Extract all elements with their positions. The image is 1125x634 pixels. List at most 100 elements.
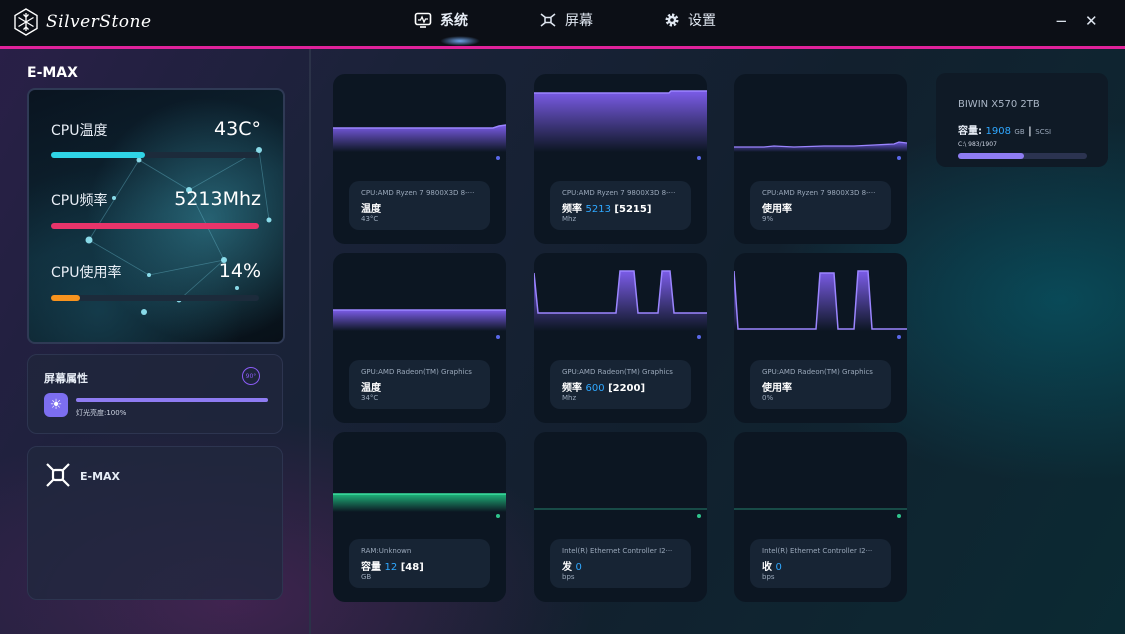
device-card[interactable]: E-MAX <box>27 446 283 600</box>
graph-dot <box>697 514 701 518</box>
title-bar: SilverStone 系统 屏幕 设置 − ✕ <box>0 0 1125 49</box>
tile-source: Intel(R) Ethernet Controller I2··· <box>562 547 673 555</box>
screen-properties-title: 屏幕属性 <box>44 372 88 385</box>
tile-cpu-usage[interactable]: CPU:AMD Ryzen 7 9800X3D 8-··· 使用率 9% <box>734 74 907 244</box>
tab-settings[interactable]: 设置 <box>664 10 716 30</box>
cpu-usage-bar <box>51 295 259 301</box>
tile-info: CPU:AMD Ryzen 7 9800X3D 8-··· 频率 5213 [5… <box>550 181 691 230</box>
rotate-screen-icon[interactable]: 90° <box>242 367 260 385</box>
tile-info: GPU:AMD Radeon(TM) Graphics 频率 600 [2200… <box>550 360 691 409</box>
tab-system[interactable]: 系统 <box>414 10 468 30</box>
brightness-slider[interactable] <box>76 398 268 402</box>
disk-path-usage: C:\ 983/1907 <box>958 141 997 148</box>
tile-metric-name: 频率 <box>562 204 582 215</box>
brand-logo: SilverStone <box>12 8 152 36</box>
tile-info: RAM:Unknown 容量 12 [48] GB <box>349 539 490 588</box>
cpu-temp-bar <box>51 152 259 158</box>
disk-capacity: 容量: 1908 GB | SCSI <box>958 122 1051 137</box>
tile-unit: Mhz <box>562 394 577 402</box>
cpu-freq-label: CPU频率 <box>51 193 108 209</box>
minimize-button[interactable]: − <box>1055 12 1068 30</box>
tile-metric: 使用率 <box>762 200 792 215</box>
disk-usage-bar <box>958 153 1087 159</box>
cpu-freq-value: 5213Mhz <box>174 188 261 210</box>
tile-ram[interactable]: RAM:Unknown 容量 12 [48] GB <box>333 432 506 602</box>
tile-gpu-usage[interactable]: GPU:AMD Radeon(TM) Graphics 使用率 0% <box>734 253 907 423</box>
device-card-label: E-MAX <box>80 470 121 483</box>
tile-metric-name: 收 <box>762 562 772 573</box>
brand-name: SilverStone <box>46 12 152 32</box>
tile-info: CPU:AMD Ryzen 7 9800X3D 8-··· 使用率 9% <box>750 181 891 230</box>
tile-unit: GB <box>361 573 372 581</box>
tile-current-value: 0 <box>775 562 782 573</box>
tile-metric: 频率 600 [2200] <box>562 379 645 394</box>
tile-unit: Mhz <box>562 215 577 223</box>
cpu-temp-row: CPU温度 43C° <box>51 118 261 140</box>
tile-metric: 频率 5213 [5215] <box>562 200 651 215</box>
display-icon <box>540 13 556 27</box>
disk-card[interactable]: BIWIN X570 2TB 容量: 1908 GB | SCSI C:\ 98… <box>936 73 1108 167</box>
graph-dot <box>897 514 901 518</box>
tile-net-recv[interactable]: Intel(R) Ethernet Controller I2··· 收 0 b… <box>734 432 907 602</box>
cpu-summary-card: CPU温度 43C° CPU频率 5213Mhz CPU使用率 14% <box>27 88 285 344</box>
tile-info: GPU:AMD Radeon(TM) Graphics 使用率 0% <box>750 360 891 409</box>
tile-current-value: 12 <box>384 562 398 573</box>
tile-metric: 温度 <box>361 200 381 215</box>
brightness-slider-fill <box>76 398 268 402</box>
tile-unit: bps <box>562 573 575 581</box>
graph-dot <box>697 156 701 160</box>
tab-system-label: 系统 <box>440 13 468 29</box>
brightness-icon: ☀ <box>44 393 68 417</box>
cpu-usage-bar-fill <box>51 295 81 301</box>
disk-name: BIWIN X570 2TB <box>958 99 1040 110</box>
tile-net-send[interactable]: Intel(R) Ethernet Controller I2··· 发 0 b… <box>534 432 707 602</box>
app-window: SilverStone 系统 屏幕 设置 − ✕ E-MAX CPU温度 43C… <box>0 0 1125 634</box>
tile-source: GPU:AMD Radeon(TM) Graphics <box>361 368 472 376</box>
tile-info: Intel(R) Ethernet Controller I2··· 收 0 b… <box>750 539 891 588</box>
tile-unit: 34°C <box>361 394 379 402</box>
tile-source: GPU:AMD Radeon(TM) Graphics <box>762 368 873 376</box>
tile-info: Intel(R) Ethernet Controller I2··· 发 0 b… <box>550 539 691 588</box>
cpu-usage-value: 14% <box>218 260 261 282</box>
tab-screen-label: 屏幕 <box>565 13 593 29</box>
tile-unit: 0% <box>762 394 774 402</box>
cpu-temp-label: CPU温度 <box>51 123 108 139</box>
disk-capacity-unit: GB <box>1014 128 1025 136</box>
disk-capacity-label: 容量: <box>958 126 982 137</box>
graph-dot <box>697 335 701 339</box>
close-button[interactable]: ✕ <box>1085 12 1098 30</box>
tile-max-value: [2200] <box>608 383 646 394</box>
tile-max-value: [5215] <box>614 204 652 215</box>
disk-interface-type: SCSI <box>1035 128 1052 136</box>
tile-cpu-temp[interactable]: CPU:AMD Ryzen 7 9800X3D 8-··· 温度 43°C <box>333 74 506 244</box>
cpu-temp-bar-fill <box>51 152 145 158</box>
disk-capacity-separator: | <box>1028 126 1032 137</box>
tile-metric-name: 频率 <box>562 383 582 394</box>
tile-source: GPU:AMD Radeon(TM) Graphics <box>562 368 673 376</box>
tile-unit: 43°C <box>361 215 379 223</box>
tile-metric: 温度 <box>361 379 381 394</box>
tile-current-value: 600 <box>585 383 605 394</box>
device-title: E-MAX <box>27 65 78 81</box>
graph-dot <box>496 156 500 160</box>
tile-metric-name: 温度 <box>361 383 381 394</box>
tile-metric-name: 发 <box>562 562 572 573</box>
snowflake-logo-icon <box>14 8 38 36</box>
sidebar: E-MAX CPU温度 43C° CPU频率 5213Mhz CPU使用率 14… <box>0 49 311 634</box>
cpu-usage-label: CPU使用率 <box>51 265 122 281</box>
graph-dot <box>897 335 901 339</box>
cpu-freq-row: CPU频率 5213Mhz <box>51 188 261 210</box>
tile-gpu-temp[interactable]: GPU:AMD Radeon(TM) Graphics 温度 34°C <box>333 253 506 423</box>
tile-gpu-freq[interactable]: GPU:AMD Radeon(TM) Graphics 频率 600 [2200… <box>534 253 707 423</box>
tile-metric: 收 0 <box>762 558 782 573</box>
tile-unit: 9% <box>762 215 774 223</box>
tile-metric: 发 0 <box>562 558 582 573</box>
tile-cpu-freq[interactable]: CPU:AMD Ryzen 7 9800X3D 8-··· 频率 5213 [5… <box>534 74 707 244</box>
device-display-icon <box>46 463 70 487</box>
tile-info: GPU:AMD Radeon(TM) Graphics 温度 34°C <box>349 360 490 409</box>
tile-metric-name: 使用率 <box>762 383 792 394</box>
brightness-label: 灯光亮度:100% <box>76 409 127 417</box>
tile-metric-name: 温度 <box>361 204 381 215</box>
tile-info: CPU:AMD Ryzen 7 9800X3D 8-··· 温度 43°C <box>349 181 490 230</box>
tab-screen[interactable]: 屏幕 <box>539 10 593 30</box>
